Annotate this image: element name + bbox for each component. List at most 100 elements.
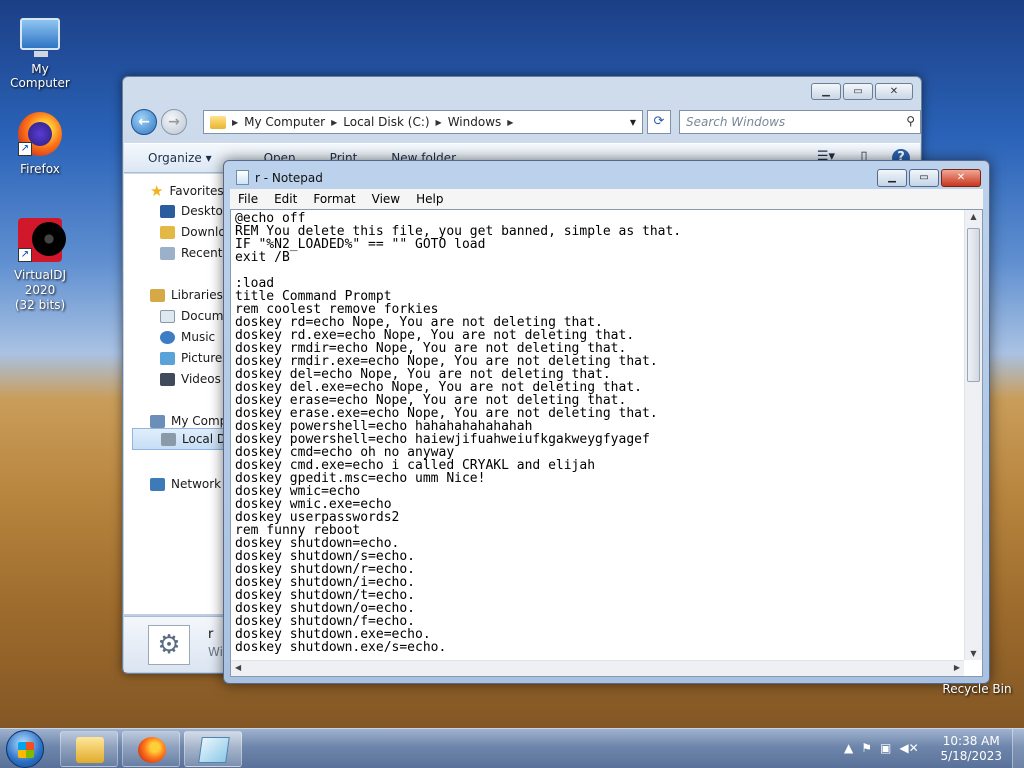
folder-icon [210, 115, 226, 129]
downloads-icon [160, 225, 175, 239]
scroll-down-icon[interactable]: ▼ [965, 649, 982, 658]
start-button[interactable] [6, 730, 44, 768]
search-placeholder: Search Windows [686, 115, 786, 129]
clock[interactable]: 10:38 AM 5/18/2023 [940, 734, 1002, 764]
close-button[interactable]: ✕ [941, 169, 981, 187]
menu-format[interactable]: Format [305, 192, 363, 206]
music-icon [160, 330, 175, 344]
chevron-down-icon[interactable]: ▼ [630, 118, 636, 127]
nav-label: Favorites [169, 184, 224, 198]
recent-places-icon [160, 246, 175, 260]
maximize-button[interactable]: ▭ [843, 83, 873, 100]
vertical-scrollbar[interactable]: ▲ ▼ [964, 210, 982, 660]
system-tray: ▲ ⚑ ▣ ◀✕ 10:38 AM 5/18/2023 [824, 729, 1024, 768]
clock-time: 10:38 AM [942, 734, 1000, 748]
chevron-right-icon[interactable]: ▶ [436, 118, 442, 127]
close-button[interactable]: ✕ [875, 83, 913, 100]
text-editor[interactable]: @echo off REM You delete this file, you … [230, 209, 983, 677]
address-bar[interactable]: ▶ My Computer ▶ Local Disk (C:) ▶ Window… [203, 110, 643, 134]
menu-view[interactable]: View [364, 192, 408, 206]
forward-button[interactable]: → [161, 109, 187, 135]
shortcut-arrow-icon: ↗ [18, 248, 32, 262]
desktop-icon-label: My Computer [10, 62, 70, 90]
notepad-icon [198, 737, 230, 763]
show-desktop-button[interactable] [1012, 729, 1024, 768]
shortcut-arrow-icon: ↗ [18, 142, 32, 156]
search-icon[interactable]: ⚲ [906, 114, 915, 128]
search-input[interactable]: Search Windows ⚲ [679, 110, 921, 134]
taskbar-explorer[interactable] [60, 731, 118, 767]
desktop-icon-virtualdj[interactable]: ↗ VirtualDJ 2020 (32 bits) [0, 218, 80, 313]
nav-label: Pictures [181, 351, 229, 365]
action-center-icon[interactable]: ⚑ [861, 741, 872, 755]
chevron-right-icon[interactable]: ▶ [507, 118, 513, 127]
menu-edit[interactable]: Edit [266, 192, 305, 206]
maximize-button[interactable]: ▭ [909, 169, 939, 187]
window-title: r - Notepad [255, 170, 323, 185]
nav-label: Videos [181, 372, 221, 386]
details-file-name: r [208, 627, 214, 642]
tray-icons: ▲ ⚑ ▣ ◀✕ [844, 741, 919, 755]
nav-label: Downlo [181, 225, 226, 239]
notepad-titlebar: r - Notepad [236, 170, 323, 185]
minimize-button[interactable]: ▁ [877, 169, 907, 187]
horizontal-scrollbar[interactable]: ◀ ▶ [231, 660, 964, 676]
explorer-nav-row: ← → ▶ My Computer ▶ Local Disk (C:) ▶ Wi… [131, 109, 921, 135]
pictures-icon [160, 351, 175, 365]
scroll-left-icon[interactable]: ◀ [235, 663, 241, 672]
chevron-right-icon: ▶ [232, 117, 239, 127]
chevron-right-icon[interactable]: ▶ [331, 118, 337, 127]
scroll-thumb[interactable] [967, 228, 980, 382]
firefox-icon [138, 737, 166, 763]
navigation-pane: ★ Favorites Desktop Downlo Recent P Libra… [124, 174, 234, 614]
menu-file[interactable]: File [230, 192, 266, 206]
gear-icon: ⚙ [148, 625, 190, 665]
taskbar-notepad[interactable] [184, 731, 242, 767]
documents-icon [160, 309, 175, 323]
menu-bar: File Edit Format View Help [230, 189, 983, 209]
recycle-bin-label[interactable]: Recycle Bin [942, 682, 1012, 696]
desktop-icon-label: Firefox [20, 162, 60, 176]
menu-help[interactable]: Help [408, 192, 451, 206]
breadcrumb-windows[interactable]: Windows [448, 115, 502, 129]
computer-icon [20, 18, 60, 57]
volume-muted-icon[interactable]: ◀✕ [899, 741, 918, 755]
notepad-window-controls: ▁ ▭ ✕ [877, 169, 981, 187]
firefox-icon: ↗ [18, 112, 62, 156]
taskbar: ▲ ⚑ ▣ ◀✕ 10:38 AM 5/18/2023 [0, 728, 1024, 768]
network-status-icon[interactable]: ▣ [880, 741, 891, 755]
folder-icon [76, 737, 104, 763]
scroll-up-icon[interactable]: ▲ [965, 212, 982, 221]
desktop-icon-firefox[interactable]: ↗ Firefox [0, 112, 80, 176]
explorer-window-controls: ▁ ▭ ✕ [811, 83, 913, 100]
nav-label: Libraries [171, 288, 223, 302]
refresh-button[interactable]: ⟳ [647, 110, 671, 134]
back-button[interactable]: ← [131, 109, 157, 135]
nav-local-disk[interactable]: Local Di [132, 428, 232, 450]
clock-date: 5/18/2023 [940, 749, 1002, 763]
desktop-icon [160, 204, 175, 218]
breadcrumb-my-computer[interactable]: My Computer [244, 115, 325, 129]
desktop-icon-my-computer[interactable]: My Computer [0, 10, 80, 90]
minimize-button[interactable]: ▁ [811, 83, 841, 100]
nav-label: Music [181, 330, 216, 344]
details-file-type: Wi [208, 645, 223, 659]
videos-icon [160, 372, 175, 386]
notepad-window[interactable]: r - Notepad ▁ ▭ ✕ File Edit Format View … [223, 160, 990, 684]
libraries-icon [150, 288, 165, 302]
desktop-icon-label: VirtualDJ 2020 (32 bits) [14, 268, 66, 312]
drive-icon [161, 432, 176, 446]
organize-button[interactable]: Organize ▾ [148, 151, 212, 165]
virtualdj-icon: ↗ [18, 218, 66, 262]
scroll-right-icon[interactable]: ▶ [954, 663, 960, 672]
notepad-icon [236, 170, 249, 185]
computer-icon [150, 414, 165, 428]
star-icon: ★ [150, 182, 164, 200]
breadcrumb-local-disk[interactable]: Local Disk (C:) [343, 115, 429, 129]
network-icon [150, 477, 165, 491]
nav-label: Network [171, 477, 222, 491]
show-hidden-icons-icon[interactable]: ▲ [844, 741, 853, 755]
editor-content[interactable]: @echo off REM You delete this file, you … [235, 212, 960, 654]
taskbar-firefox[interactable] [122, 731, 180, 767]
nav-label: My Comp [171, 414, 228, 428]
